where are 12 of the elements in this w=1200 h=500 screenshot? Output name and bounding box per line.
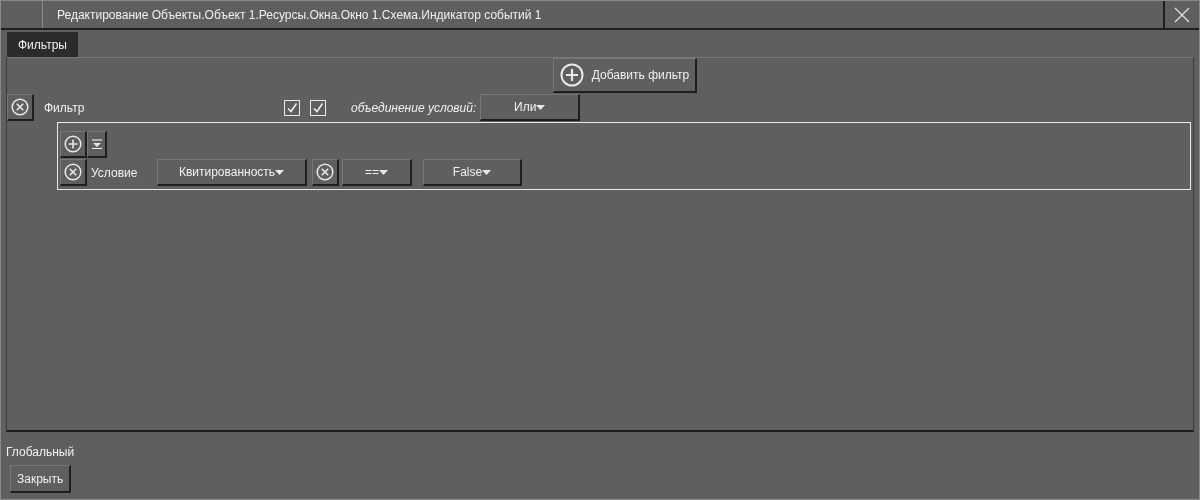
close-button[interactable]: Закрыть: [10, 465, 72, 493]
dropdown[interactable]: ==: [342, 159, 412, 186]
combine-label: объединение условий:: [351, 99, 477, 117]
global-label: Глобальный: [6, 444, 76, 459]
dropdown[interactable]: Квитированность: [157, 159, 307, 186]
tab[interactable]: Фильтры: [7, 32, 78, 57]
add-filter-button[interactable]: Добавить фильтр: [552, 58, 698, 93]
dropdown[interactable]: False: [423, 159, 522, 186]
condition-label: Условие: [91, 164, 139, 182]
dropdown[interactable]: Или: [480, 94, 581, 121]
window-title: Редактирование Объекты.Объект 1.Ресурсы.Окна.Окно 1.Схема.Индикатор событий 1: [56, 6, 543, 24]
filter-label: Фильтр: [44, 99, 86, 117]
